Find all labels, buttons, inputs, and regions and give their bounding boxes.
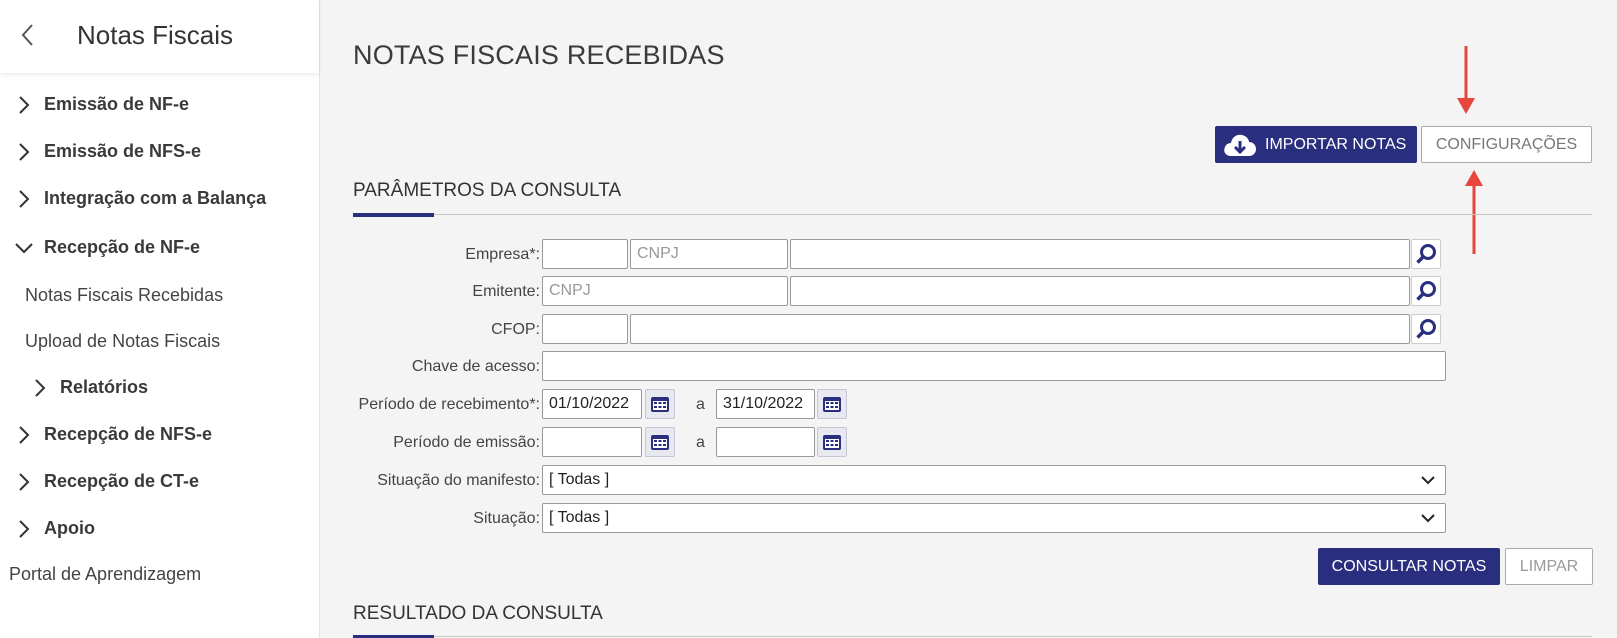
recebimento-start-calendar-button[interactable] [645, 389, 675, 419]
chevron-down-icon [1421, 514, 1435, 523]
cfop-description-input[interactable] [630, 314, 1410, 344]
emitente-search-button[interactable] [1411, 276, 1441, 306]
sidebar-item-label: Recepção de CT-e [44, 471, 200, 491]
emitente-cnpj-input[interactable] [542, 276, 788, 306]
cfop-label: CFOP: [491, 321, 540, 338]
sidebar-item-label: Apoio [44, 518, 95, 538]
situacao-manifesto-label: Situação do manifesto: [377, 472, 540, 489]
chave-acesso-input[interactable] [542, 351, 1446, 381]
emitente-label: Emitente: [472, 283, 540, 300]
sidebar: Notas Fiscais Emissão de NF-e Emissão de… [0, 0, 320, 638]
range-separator: a [696, 396, 705, 413]
back-chevron-icon[interactable] [18, 22, 38, 48]
sidebar-item-label: Emissão de NF-e [44, 94, 190, 114]
search-icon [1416, 281, 1436, 301]
periodo-emissao-label: Período de emissão: [393, 434, 540, 451]
chevron-right-icon [19, 189, 30, 208]
sidebar-item-label: Portal de Aprendizagem [9, 564, 202, 584]
sidebar-item-relatorios[interactable]: Relatórios [30, 377, 148, 398]
sidebar-item-emissao-nfe[interactable]: Emissão de NF-e [14, 94, 189, 115]
params-section-divider [353, 214, 1592, 215]
cfop-code-input[interactable] [542, 314, 628, 344]
result-section-title: RESULTADO DA CONSULTA [353, 603, 603, 624]
sidebar-item-label: Upload de Notas Fiscais [25, 331, 221, 351]
cfop-search-button[interactable] [1411, 314, 1441, 344]
recebimento-end-date-input[interactable] [716, 389, 815, 419]
calendar-icon [651, 435, 669, 450]
sidebar-title: Notas Fiscais [77, 20, 234, 50]
sidebar-item-label: Emissão de NFS-e [44, 141, 202, 161]
import-notes-button[interactable]: IMPORTAR NOTAS [1215, 126, 1417, 163]
chave-acesso-label: Chave de acesso: [411, 358, 540, 375]
sidebar-item-recepcao-cte[interactable]: Recepção de CT-e [14, 471, 199, 492]
chevron-right-icon [19, 472, 30, 491]
sidebar-item-recepcao-nfse[interactable]: Recepção de NFS-e [14, 424, 212, 445]
cloud-download-icon [1224, 134, 1256, 156]
recebimento-end-calendar-button[interactable] [817, 389, 847, 419]
situacao-select[interactable]: [ Todas ] [542, 503, 1446, 533]
result-section-divider [353, 636, 1592, 637]
chevron-right-icon [19, 519, 30, 538]
main-content: NOTAS FISCAIS RECEBIDAS IMPORTAR NOTAS C… [320, 0, 1617, 638]
empresa-search-button[interactable] [1411, 239, 1441, 269]
sidebar-item-label: Recepção de NFS-e [44, 424, 213, 444]
emissao-start-calendar-button[interactable] [645, 427, 675, 457]
calendar-icon [823, 435, 841, 450]
sidebar-item-notas-recebidas[interactable]: Notas Fiscais Recebidas [25, 285, 223, 306]
calendar-icon [651, 397, 669, 412]
sidebar-item-label: Integração com a Balança [44, 188, 267, 208]
situacao-label: Situação: [473, 510, 540, 527]
consult-notes-button[interactable]: CONSULTAR NOTAS [1318, 548, 1500, 585]
chevron-right-icon [19, 142, 30, 161]
situacao-manifesto-value: [ Todas ] [549, 471, 610, 488]
annotation-arrow-down-icon [1457, 46, 1475, 114]
situacao-value: [ Todas ] [549, 509, 610, 526]
sidebar-item-integracao-balanca[interactable]: Integração com a Balança [14, 188, 266, 209]
chevron-right-icon [19, 425, 30, 444]
search-icon [1416, 319, 1436, 339]
emitente-name-input[interactable] [790, 276, 1410, 306]
page-title: NOTAS FISCAIS RECEBIDAS [353, 40, 725, 70]
sidebar-item-label: Relatórios [60, 377, 149, 397]
sidebar-item-upload-notas[interactable]: Upload de Notas Fiscais [25, 331, 220, 352]
sidebar-header: Notas Fiscais [0, 0, 319, 73]
sidebar-item-emissao-nfse[interactable]: Emissão de NFS-e [14, 141, 201, 162]
sidebar-item-apoio[interactable]: Apoio [14, 518, 95, 539]
import-notes-label: IMPORTAR NOTAS [1265, 135, 1407, 153]
periodo-recebimento-label: Período de recebimento*: [358, 396, 540, 413]
empresa-label: Empresa*: [465, 246, 540, 263]
emissao-start-date-input[interactable] [542, 427, 642, 457]
params-section-accent [353, 213, 434, 217]
range-separator: a [696, 434, 705, 451]
recebimento-start-date-input[interactable] [542, 389, 642, 419]
emissao-end-calendar-button[interactable] [817, 427, 847, 457]
search-icon [1416, 244, 1436, 264]
calendar-icon [823, 397, 841, 412]
chevron-down-icon [15, 242, 33, 253]
situacao-manifesto-select[interactable]: [ Todas ] [542, 465, 1446, 495]
emissao-end-date-input[interactable] [716, 427, 815, 457]
chevron-right-icon [35, 378, 46, 397]
clear-button[interactable]: LIMPAR [1505, 548, 1593, 585]
chevron-right-icon [19, 95, 30, 114]
sidebar-item-portal-aprendizagem[interactable]: Portal de Aprendizagem [9, 564, 201, 585]
settings-button[interactable]: CONFIGURAÇÕES [1421, 126, 1592, 163]
sidebar-item-label: Notas Fiscais Recebidas [25, 285, 224, 305]
sidebar-item-label: Recepção de NF-e [44, 237, 201, 257]
empresa-code-input[interactable] [542, 239, 628, 269]
params-section-title: PARÂMETROS DA CONSULTA [353, 180, 622, 201]
sidebar-item-recepcao-nfe[interactable]: Recepção de NF-e [14, 237, 200, 258]
annotation-arrow-up-icon [1465, 170, 1483, 254]
empresa-name-input[interactable] [790, 239, 1410, 269]
empresa-cnpj-input[interactable] [630, 239, 788, 269]
chevron-down-icon [1421, 476, 1435, 485]
